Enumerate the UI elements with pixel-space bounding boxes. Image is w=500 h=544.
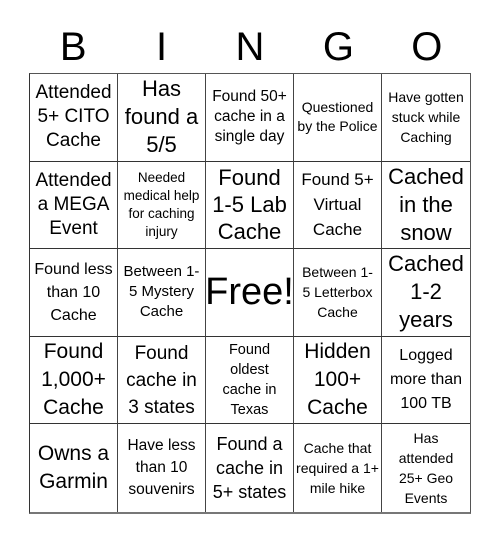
bingo-cell[interactable]: Found 1,000+ Cache (30, 336, 118, 425)
cell-text: Free! (206, 270, 294, 313)
bingo-cell[interactable]: Found 50+ cache in a single day (206, 74, 294, 162)
cell-text: Has attended 25+ Geo Events (398, 430, 454, 507)
cell-text: Attended 5+ CITO Cache (35, 82, 112, 152)
cell-text: Found a cache in 5+ states (212, 434, 287, 503)
cell-text: Needed medical help for caching injury (123, 169, 200, 239)
cell-text: Found 1-5 Lab Cache (212, 165, 287, 245)
bingo-cell[interactable]: Have gotten stuck while Caching (382, 74, 470, 162)
bingo-cell[interactable]: Cached 1-2 years (382, 249, 470, 337)
cell-text: Cache that required a 1+ mile hike (296, 440, 379, 497)
bingo-cell[interactable]: Cached in the snow (382, 162, 470, 250)
bingo-header: B I N G O (29, 22, 471, 72)
free-space: Free! (206, 249, 294, 337)
bingo-cell[interactable]: Has attended 25+ Geo Events (382, 424, 470, 512)
bingo-cell[interactable]: Found a cache in 5+ states (206, 424, 294, 512)
header-letter-n: N (235, 25, 265, 69)
bingo-cell[interactable]: Questioned by the Police (294, 74, 382, 162)
cell-text: Have gotten stuck while Caching (388, 89, 464, 146)
cell-text: Hidden 100+ Cache (304, 340, 371, 420)
bingo-cell[interactable]: Attended 5+ CITO Cache (30, 74, 118, 162)
header-letter-i: I (156, 25, 168, 69)
cell-text: Found less than 10 Cache (34, 260, 113, 324)
bingo-cell[interactable]: Logged more than 100 TB (382, 337, 470, 425)
bingo-cell[interactable]: Attended a MEGA Event (30, 161, 118, 250)
bingo-cell[interactable]: Has found a 5/5 (118, 74, 206, 162)
cell-text: Questioned by the Police (297, 99, 378, 135)
bingo-cell[interactable]: Hidden 100+ Cache (294, 336, 382, 425)
cell-text: Found 50+ cache in a single day (212, 88, 287, 146)
header-letter-o: O (411, 25, 443, 69)
cell-text: Logged more than 100 TB (389, 347, 463, 413)
bingo-cell[interactable]: Between 1-5 Letterbox Cache (294, 249, 382, 337)
bingo-cell[interactable]: Found oldest cache in Texas (206, 336, 294, 425)
cell-text: Found oldest cache in Texas (222, 342, 277, 419)
bingo-cell[interactable]: Owns a Garmin (30, 424, 118, 512)
cell-text: Found cache in 3 states (126, 342, 197, 418)
cell-text: Between 1-5 Mystery Cache (123, 263, 200, 321)
cell-text: Have less than 10 souvenirs (127, 437, 196, 499)
bingo-cell[interactable]: Found 1-5 Lab Cache (206, 161, 294, 250)
header-letter-b: B (59, 25, 87, 69)
cell-text: Cached 1-2 years (388, 251, 464, 333)
bingo-cell[interactable]: Have less than 10 souvenirs (118, 424, 206, 512)
bingo-cell[interactable]: Cache that required a 1+ mile hike (294, 424, 382, 512)
cell-text: Cached in the snow (388, 163, 464, 245)
cell-text: Has found a 5/5 (124, 76, 199, 158)
cell-text: Between 1-5 Letterbox Cache (302, 264, 373, 321)
cell-text: Found 1,000+ Cache (41, 340, 106, 420)
cell-text: Owns a Garmin (37, 442, 110, 494)
bingo-cell[interactable]: Found 5+ Virtual Cache (294, 161, 382, 250)
cell-text: Attended a MEGA Event (35, 169, 112, 239)
header-letter-g: G (322, 25, 354, 69)
bingo-cell[interactable]: Needed medical help for caching injury (118, 161, 206, 250)
bingo-cell[interactable]: Found less than 10 Cache (30, 249, 118, 337)
bingo-board: Attended 5+ CITO Cache Has found a 5/5 F… (29, 73, 471, 514)
cell-text: Found 5+ Virtual Cache (301, 170, 374, 240)
bingo-cell[interactable]: Between 1-5 Mystery Cache (118, 249, 206, 337)
bingo-cell[interactable]: Found cache in 3 states (118, 336, 206, 425)
